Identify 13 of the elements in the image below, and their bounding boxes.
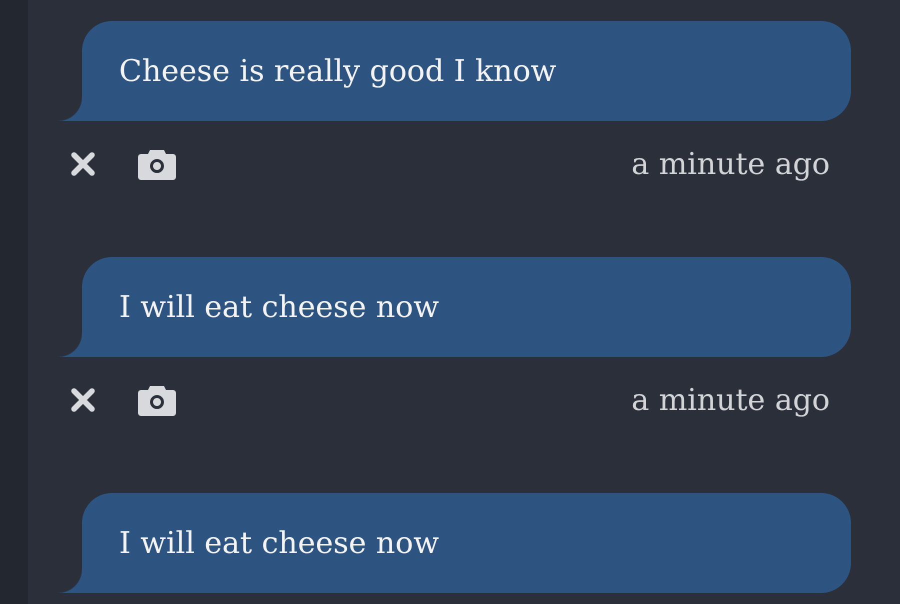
camera-button[interactable]: [138, 384, 176, 416]
camera-icon: [138, 384, 176, 416]
camera-icon: [138, 148, 176, 180]
message-bubble: I will eat cheese now: [58, 257, 851, 357]
camera-button[interactable]: [138, 148, 176, 180]
message-bubble: I will eat cheese now: [58, 493, 851, 593]
close-icon: [70, 151, 96, 177]
delete-button[interactable]: [70, 387, 96, 413]
delete-button[interactable]: [70, 151, 96, 177]
message-bubble: Cheese is really good I know: [58, 21, 851, 121]
close-icon: [70, 387, 96, 413]
message-time: a minute ago: [631, 382, 830, 418]
message-time: a minute ago: [631, 146, 830, 182]
